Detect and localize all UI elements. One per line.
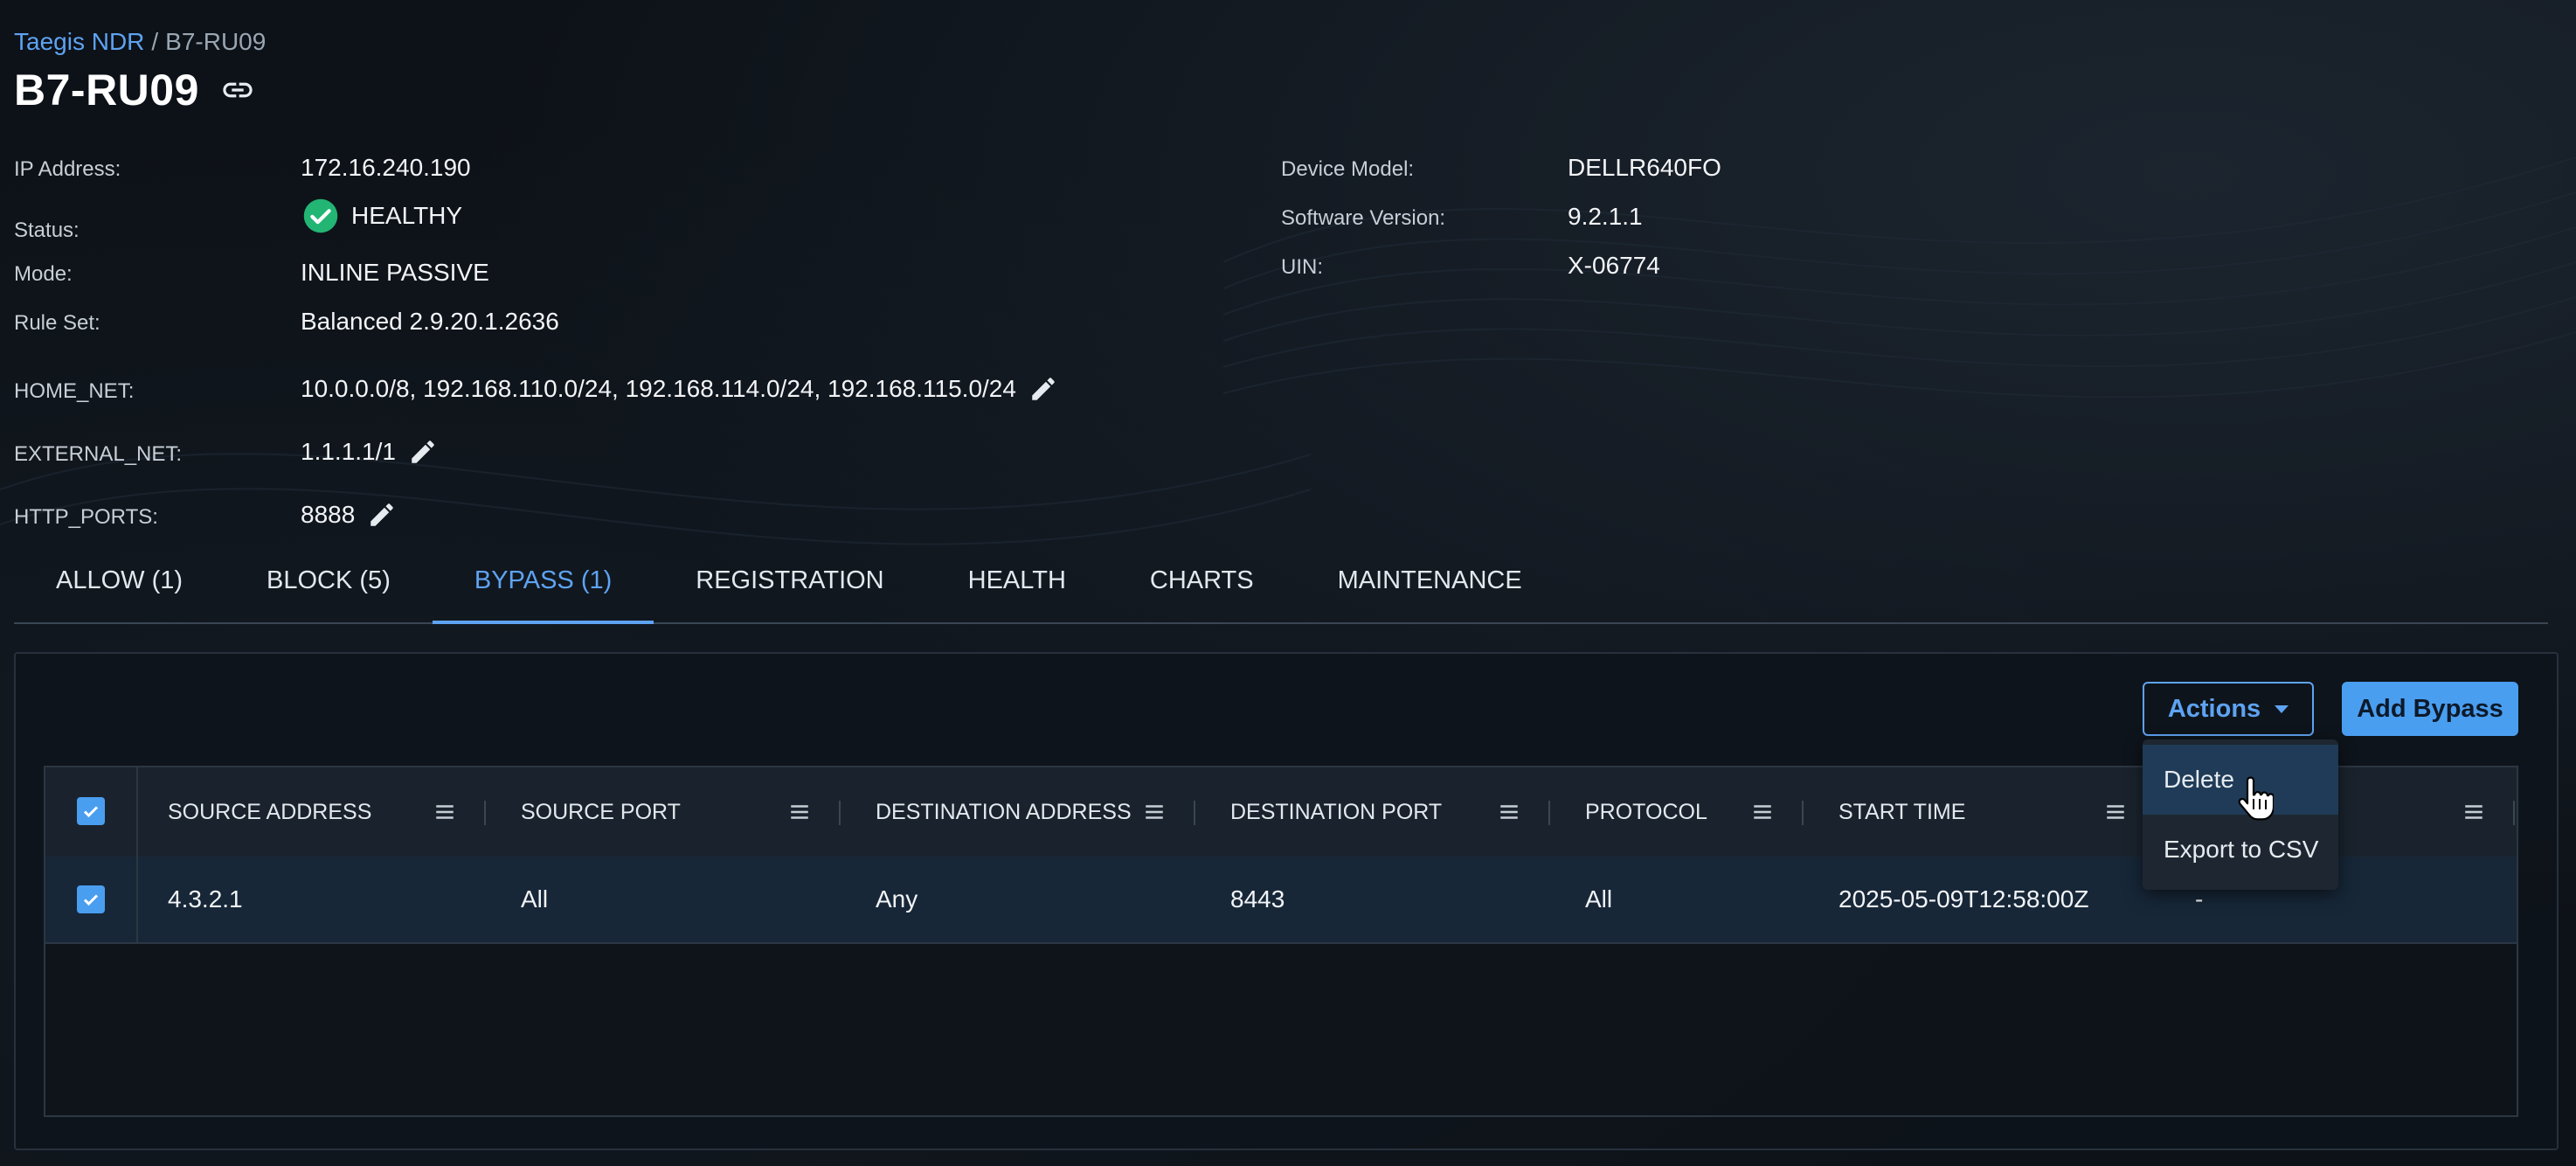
http-ports-row: 8888	[301, 500, 397, 530]
column-divider[interactable]	[484, 801, 486, 825]
tab-bypass[interactable]: BYPASS (1)	[432, 556, 654, 624]
tab-registration[interactable]: REGISTRATION	[654, 556, 925, 622]
column-header-protocol[interactable]: PROTOCOL	[1585, 767, 1707, 857]
http-ports-value: 8888	[301, 501, 356, 528]
pencil-icon[interactable]	[367, 500, 397, 530]
home-net-label: HOME_NET:	[14, 379, 135, 403]
breadcrumb-current: B7-RU09	[165, 28, 267, 55]
pencil-icon[interactable]	[1028, 374, 1058, 404]
row-checkbox[interactable]	[77, 885, 105, 913]
breadcrumb-separator: /	[151, 28, 159, 55]
cell-destination-port: 8443	[1230, 885, 1285, 913]
column-divider[interactable]	[1194, 801, 1195, 825]
status-value: HEALTHY	[302, 198, 462, 234]
select-all-checkbox[interactable]	[77, 797, 105, 825]
device-model-value: DELLR640FO	[1568, 154, 1721, 181]
external-net-row: 1.1.1.1/1	[301, 437, 438, 467]
page-title: B7-RU09	[14, 66, 199, 115]
software-version-value: 9.2.1.1	[1568, 203, 1643, 230]
tab-charts[interactable]: CHARTS	[1108, 556, 1296, 622]
external-net-label: EXTERNAL_NET:	[14, 442, 183, 466]
add-bypass-button[interactable]: Add Bypass	[2342, 682, 2518, 736]
uin-label: UIN:	[1281, 255, 1323, 279]
caret-down-icon	[2275, 704, 2289, 713]
ip-address-label: IP Address:	[14, 157, 121, 181]
pencil-icon[interactable]	[408, 437, 438, 467]
column-divider[interactable]	[1802, 801, 1804, 825]
cell-destination-address: Any	[876, 885, 918, 913]
breadcrumb: Taegis NDR / B7-RU09	[14, 28, 266, 56]
breadcrumb-root-link[interactable]: Taegis NDR	[14, 28, 144, 55]
ip-address-value: 172.16.240.190	[301, 154, 471, 181]
cell-protocol: All	[1585, 885, 1613, 913]
software-version-label: Software Version:	[1281, 206, 1446, 230]
tab-maintenance[interactable]: MAINTENANCE	[1296, 556, 1564, 622]
tab-health[interactable]: HEALTH	[926, 556, 1108, 622]
column-header-source-address[interactable]: SOURCE ADDRESS	[168, 767, 371, 857]
http-ports-label: HTTP_PORTS:	[14, 505, 158, 529]
title-row: B7-RU09	[14, 65, 255, 115]
column-header-source-port[interactable]: SOURCE PORT	[521, 767, 681, 857]
mode-value: INLINE PASSIVE	[301, 259, 489, 286]
menu-lines-icon[interactable]	[2462, 801, 2485, 828]
rule-set-value: Balanced 2.9.20.1.2636	[301, 308, 559, 335]
uin-value: X-06774	[1568, 252, 1660, 279]
column-header-destination-address[interactable]: DESTINATION ADDRESS	[876, 767, 1132, 857]
column-divider[interactable]	[2513, 801, 2515, 825]
cell-source-address: 4.3.2.1	[168, 885, 243, 913]
tab-allow[interactable]: ALLOW (1)	[14, 556, 225, 622]
menu-lines-icon[interactable]	[1498, 801, 1520, 828]
column-divider[interactable]	[839, 801, 841, 825]
home-net-row: 10.0.0.0/8, 192.168.110.0/24, 192.168.11…	[301, 374, 1058, 404]
menu-lines-icon[interactable]	[1143, 801, 1166, 828]
cell-start-time: 2025-05-09T12:58:00Z	[1839, 885, 2089, 913]
column-header-start-time[interactable]: START TIME	[1839, 767, 1965, 857]
external-net-value: 1.1.1.1/1	[301, 438, 396, 465]
status-label: Status:	[14, 219, 80, 242]
column-header-destination-port[interactable]: DESTINATION PORT	[1230, 767, 1442, 857]
hand-pointer-icon	[2235, 776, 2275, 829]
actions-button-label: Actions	[2167, 694, 2261, 723]
device-model-label: Device Model:	[1281, 157, 1415, 181]
mode-label: Mode:	[14, 262, 73, 286]
check-circle-icon	[302, 198, 339, 234]
menu-lines-icon[interactable]	[788, 801, 811, 828]
menu-lines-icon[interactable]	[2104, 801, 2127, 828]
link-icon[interactable]	[220, 73, 255, 108]
cell-source-port: All	[521, 885, 549, 913]
tab-block[interactable]: BLOCK (5)	[225, 556, 433, 622]
home-net-value: 10.0.0.0/8, 192.168.110.0/24, 192.168.11…	[301, 375, 1016, 402]
menu-lines-icon[interactable]	[1751, 801, 1774, 828]
column-divider[interactable]	[1548, 801, 1550, 825]
rule-set-label: Rule Set:	[14, 311, 100, 335]
actions-button[interactable]: Actions	[2143, 682, 2314, 736]
status-text: HEALTHY	[351, 202, 463, 229]
menu-lines-icon[interactable]	[433, 801, 456, 828]
select-all-cell	[45, 767, 138, 857]
row-select-cell	[45, 857, 138, 942]
tab-bar: ALLOW (1) BLOCK (5) BYPASS (1) REGISTRAT…	[14, 556, 2548, 624]
